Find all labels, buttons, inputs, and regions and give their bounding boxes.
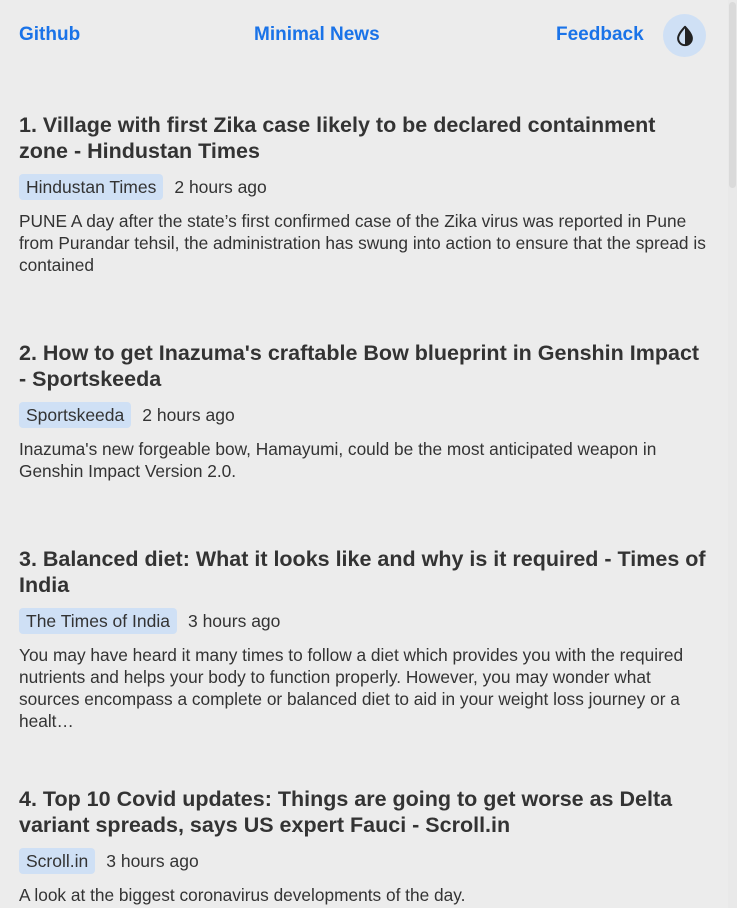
article-title-link[interactable]: 1. Village with first Zika case likely t… xyxy=(19,110,709,164)
article-time: 3 hours ago xyxy=(106,850,199,871)
contrast-icon xyxy=(676,25,693,46)
source-badge[interactable]: Scroll.in xyxy=(19,848,96,874)
source-badge[interactable]: Sportskeeda xyxy=(19,402,132,428)
article-title-link[interactable]: 3. Balanced diet: What it looks like and… xyxy=(19,544,709,598)
article-summary: PUNE A day after the state’s first confi… xyxy=(19,211,706,275)
article-meta: Hindustan Times 2 hours ago xyxy=(19,174,709,200)
article-item: 4. Top 10 Covid updates: Things are goin… xyxy=(19,784,709,906)
article-title-link[interactable]: 4. Top 10 Covid updates: Things are goin… xyxy=(19,784,709,838)
article-item: 3. Balanced diet: What it looks like and… xyxy=(19,544,709,732)
article-time: 2 hours ago xyxy=(142,404,235,425)
top-navigation: Github Minimal News Feedback xyxy=(0,0,728,72)
source-badge[interactable]: Hindustan Times xyxy=(19,174,164,200)
source-badge[interactable]: The Times of India xyxy=(19,608,177,634)
minimal-news-home-link[interactable]: Minimal News xyxy=(254,24,380,46)
article-summary: You may have heard it many times to foll… xyxy=(19,645,684,731)
article-meta: Sportskeeda 2 hours ago xyxy=(19,402,709,428)
article-time: 3 hours ago xyxy=(187,610,281,631)
article-divider-space xyxy=(19,276,709,338)
theme-toggle-button[interactable] xyxy=(663,14,706,57)
article-meta: Scroll.in 3 hours ago xyxy=(19,848,709,874)
feedback-link[interactable]: Feedback xyxy=(556,24,644,46)
github-link[interactable]: Github xyxy=(19,24,80,46)
article-time: 2 hours ago xyxy=(174,176,267,197)
article-item: 1. Village with first Zika case likely t… xyxy=(19,110,709,276)
article-divider-space xyxy=(19,482,709,544)
article-summary: A look at the biggest coronavirus develo… xyxy=(19,885,466,905)
article-divider-space xyxy=(19,732,709,784)
article-item: 2. How to get Inazuma's craftable Bow bl… xyxy=(19,338,709,482)
article-meta: The Times of India 3 hours ago xyxy=(19,608,709,634)
scrollbar-thumb[interactable] xyxy=(729,2,736,188)
scrollbar[interactable] xyxy=(728,0,737,908)
article-title-link[interactable]: 2. How to get Inazuma's craftable Bow bl… xyxy=(19,338,709,392)
article-summary: Inazuma's new forgeable bow, Hamayumi, c… xyxy=(19,439,657,481)
news-list: 1. Village with first Zika case likely t… xyxy=(19,110,709,906)
